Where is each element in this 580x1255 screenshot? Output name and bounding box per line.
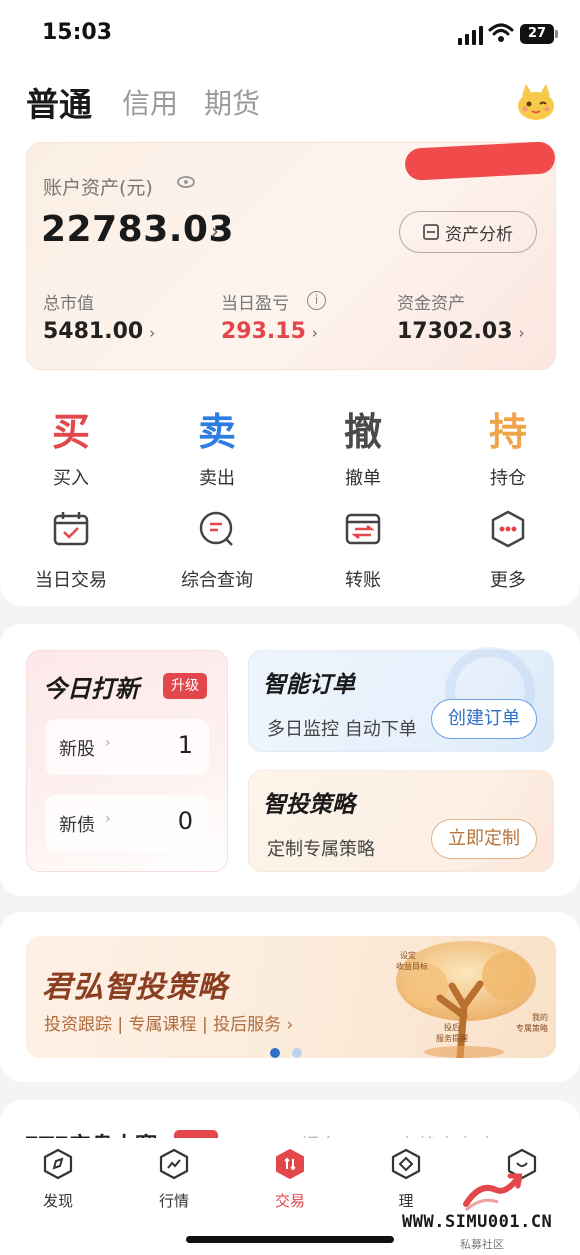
market-value[interactable]: 5481.00 › [43, 319, 155, 344]
nav-wealth-label: 理 [398, 1192, 414, 1210]
account-type-tabs: 普通 信用 期货 [0, 68, 580, 136]
tab-futures[interactable]: 期货 [204, 82, 260, 122]
battery-icon: 27 [520, 24, 558, 44]
chevron-right-icon: › [105, 811, 111, 827]
nav-market[interactable]: 行情 [134, 1148, 214, 1211]
smart-strategy-subtitle: 定制专属策略 [267, 839, 375, 860]
new-stock-label: 新股 [59, 739, 95, 760]
positions-icon: 持 [488, 410, 527, 454]
positions-button[interactable]: 持 持仓 [458, 408, 558, 490]
carousel-indicator[interactable] [270, 1048, 302, 1058]
carousel-dot-active[interactable] [270, 1048, 280, 1058]
tree-label-goal: 收益目标 [396, 961, 428, 971]
sell-icon: 卖 [197, 410, 236, 454]
market-trend-icon [159, 1148, 189, 1180]
golden-tree-illustration: 设定 收益目标 投后 服务提醒 我的 专属策略 [396, 941, 548, 1058]
total-assets-value[interactable]: 22783.03 [41, 209, 234, 250]
more-button[interactable]: 更多 [458, 510, 558, 592]
transfer-label: 转账 [345, 570, 381, 591]
account-assets-card[interactable]: 账户资产(元) 22783.03 › 资产分析 总市值 5481.00 › 当日盈… [26, 141, 556, 370]
status-time: 15:03 [42, 20, 113, 45]
tree-label-set: 设定 [400, 950, 416, 960]
positions-label: 持仓 [490, 468, 526, 489]
new-bond-label: 新债 [59, 815, 95, 836]
cancel-order-label: 撤单 [345, 468, 381, 489]
transfer-button[interactable]: 转账 [313, 510, 413, 592]
smart-order-subtitle: 多日监控 自动下单 [267, 719, 417, 740]
cellular-signal-icon [458, 26, 483, 45]
asset-analysis-button[interactable]: 资产分析 [399, 211, 537, 253]
new-bond-count: 0 [177, 807, 193, 835]
tree-label-my: 我的 [532, 1012, 548, 1022]
cash-assets-label: 资金资产 [397, 294, 465, 314]
sell-label: 卖出 [199, 468, 235, 489]
new-bond-row[interactable]: 新债 › 0 [45, 795, 209, 851]
new-stock-count: 1 [177, 731, 193, 759]
asset-analysis-label: 资产分析 [445, 224, 513, 245]
nav-discover[interactable]: 发现 [18, 1148, 98, 1211]
query-button[interactable]: 综合查询 [167, 510, 267, 592]
watermark-sub: 私募社区 [460, 1238, 504, 1251]
ipo-title: 今日打新 [43, 675, 139, 703]
more-label: 更多 [490, 570, 526, 591]
tree-label-reminder: 服务提醒 [436, 1033, 468, 1043]
buy-icon: 买 [51, 410, 90, 454]
trade-icon [276, 1149, 304, 1179]
watermark-logo-icon [463, 1173, 522, 1212]
search-query-icon [199, 511, 233, 546]
daily-pnl-value[interactable]: 293.15 › [221, 319, 318, 344]
customize-now-button[interactable]: 立即定制 [431, 819, 537, 859]
banner-subtitle: 投资跟踪 | 专属课程 | 投后服务 › [44, 1015, 294, 1035]
market-value-label: 总市值 [43, 294, 94, 314]
smart-strategy-card[interactable]: 智投策略 定制专属策略 立即定制 [248, 770, 554, 872]
wealth-icon [391, 1148, 421, 1180]
compass-icon [43, 1148, 73, 1180]
banner-title: 君弘智投策略 [42, 970, 228, 1005]
account-assets-title: 账户资产(元) [43, 177, 153, 199]
nav-trade[interactable]: 交易 [250, 1148, 330, 1211]
buy-label: 买入 [53, 468, 89, 489]
info-icon[interactable]: i [307, 291, 326, 310]
cancel-order-icon: 撤 [343, 410, 382, 454]
eye-visibility-icon[interactable] [177, 176, 195, 188]
calendar-check-icon [53, 512, 89, 546]
upgrade-badge[interactable]: 升级 [163, 673, 207, 699]
create-order-button[interactable]: 创建订单 [431, 699, 537, 739]
nav-trade-label: 交易 [274, 1192, 305, 1210]
transfer-icon [345, 513, 381, 545]
status-bar: 15:03 27 [0, 0, 580, 68]
more-dots-icon [491, 510, 525, 548]
daily-pnl-label: 当日盈亏 [221, 294, 289, 314]
nav-discover-label: 发现 [42, 1192, 73, 1210]
redaction-mark [404, 141, 556, 181]
today-trades-button[interactable]: 当日交易 [21, 510, 121, 592]
cash-assets-value[interactable]: 17302.03 › [397, 319, 525, 344]
sell-button[interactable]: 卖 卖出 [167, 408, 267, 490]
chevron-right-icon: › [211, 219, 219, 243]
tree-label-post: 投后 [444, 1022, 460, 1032]
smart-order-card[interactable]: 智能订单 多日监控 自动下单 创建订单 [248, 647, 554, 752]
watermark-url: WWW.SIMU001.CN [402, 1212, 553, 1232]
home-indicator[interactable] [186, 1236, 394, 1243]
analysis-icon [423, 224, 439, 240]
smart-strategy-title: 智投策略 [263, 792, 355, 818]
carousel-dot[interactable] [292, 1048, 302, 1058]
chevron-right-icon: › [105, 735, 111, 751]
tab-normal[interactable]: 普通 [26, 78, 92, 126]
buy-button[interactable]: 买 买入 [21, 408, 121, 490]
nav-market-label: 行情 [158, 1192, 189, 1210]
wifi-icon [488, 23, 514, 42]
smart-order-title: 智能订单 [263, 672, 355, 698]
query-label: 综合查询 [181, 570, 253, 591]
strategy-banner[interactable]: 君弘智投策略 投资跟踪 | 专属课程 | 投后服务 › 设定 收益目标 投后 服… [26, 936, 556, 1058]
nav-wealth[interactable]: 理 [366, 1148, 446, 1211]
mascot-avatar-icon[interactable] [514, 80, 558, 122]
new-stock-row[interactable]: 新股 › 1 [45, 719, 209, 775]
cancel-order-button[interactable]: 撤 撤单 [313, 408, 413, 490]
ipo-subscription-card[interactable]: 今日打新 升级 新股 › 1 新债 › 0 [26, 650, 228, 872]
tab-credit[interactable]: 信用 [122, 82, 178, 122]
tree-label-strategy: 专属策略 [516, 1023, 548, 1033]
today-trades-label: 当日交易 [35, 570, 107, 591]
